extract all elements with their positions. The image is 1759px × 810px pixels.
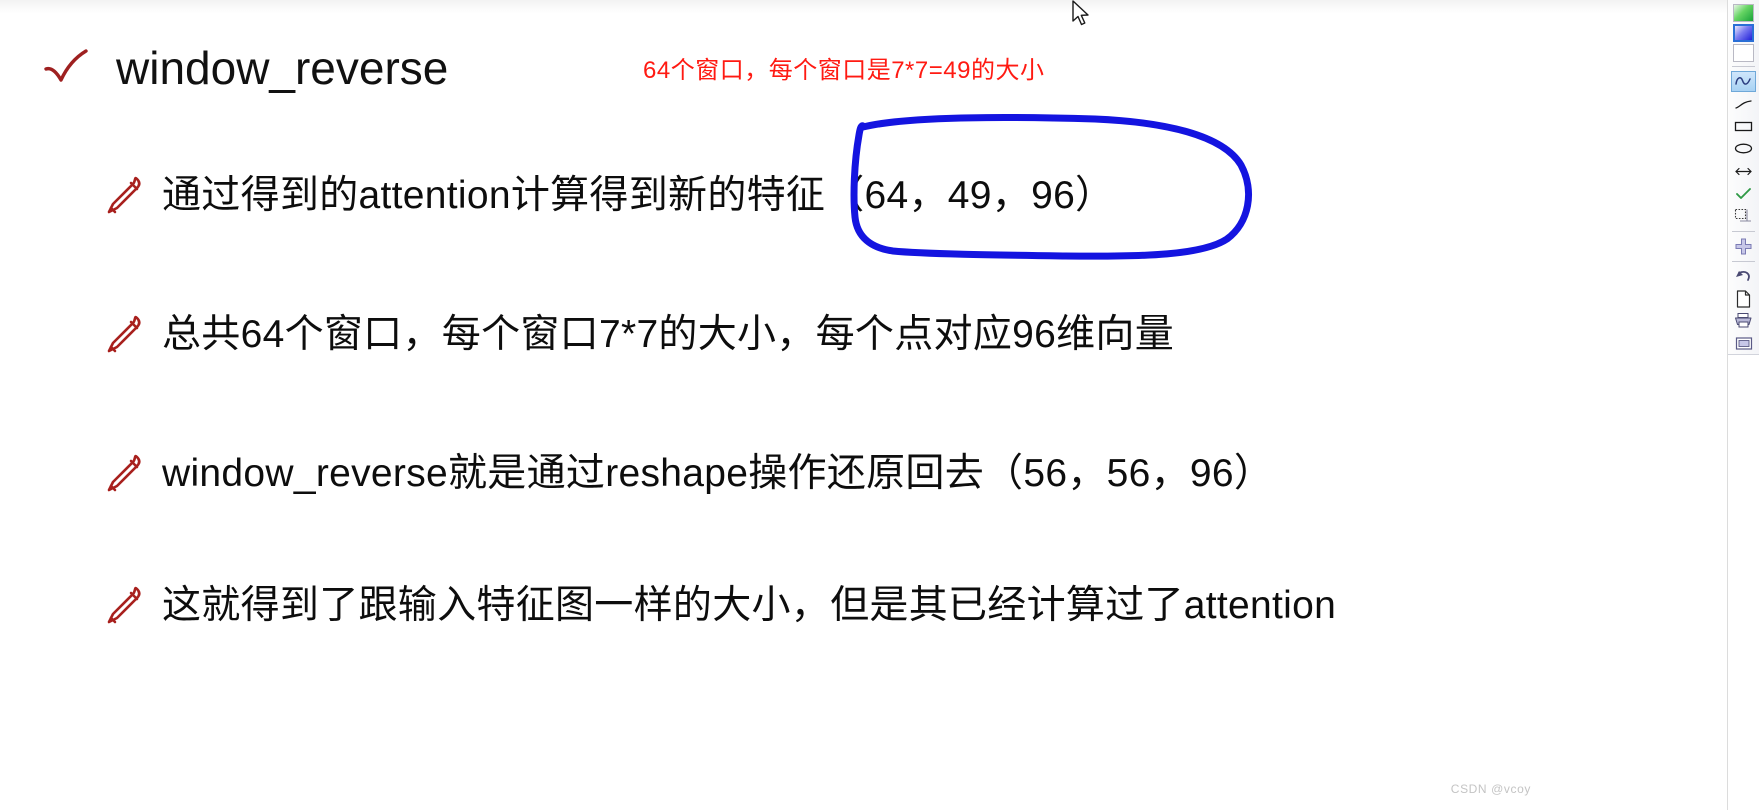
pencil-icon xyxy=(107,455,141,492)
list-item-label: 总共64个窗口，每个窗口7*7的大小，每个点对应96维向量 xyxy=(162,313,1175,356)
new-page-tool[interactable] xyxy=(1731,288,1756,309)
save-image-tool[interactable] xyxy=(1731,333,1756,354)
freehand-pen-tool[interactable] xyxy=(1731,71,1756,93)
ellipse-tool[interactable] xyxy=(1731,138,1756,159)
list-item: 这就得到了跟输入特征图一样的大小，但是其已经计算过了attention xyxy=(104,584,1336,629)
top-shading-strip xyxy=(0,0,1727,14)
checkmark-tool[interactable] xyxy=(1731,183,1756,204)
toolbar-separator xyxy=(1732,230,1755,232)
color-swatch-green[interactable] xyxy=(1733,4,1754,22)
list-item-label: 通过得到的attention计算得到新的特征（64，49，96） xyxy=(162,174,1115,217)
rectangle-tool[interactable] xyxy=(1731,116,1756,137)
mouse-cursor xyxy=(1072,0,1089,26)
undo-tool[interactable] xyxy=(1731,266,1756,287)
toolbar-separator xyxy=(1732,66,1755,68)
red-annotation-note: 64个窗口，每个窗口是7*7=49的大小 xyxy=(643,57,1045,84)
check-icon xyxy=(44,49,88,82)
print-tool[interactable] xyxy=(1731,310,1756,331)
drawing-toolbar[interactable] xyxy=(1727,0,1759,810)
slide-canvas[interactable]: window_reverse 64个窗口，每个窗口是7*7=49的大小 通过得到… xyxy=(0,0,1727,810)
list-item: 通过得到的attention计算得到新的特征（64，49，96） xyxy=(104,174,1114,219)
color-swatch-blue[interactable] xyxy=(1733,23,1754,43)
arrow-tool[interactable] xyxy=(1731,160,1756,181)
crop-select-tool[interactable] xyxy=(1731,205,1756,226)
page-title: window_reverse xyxy=(116,42,449,94)
drawing-toolbar-panel[interactable] xyxy=(1728,0,1759,355)
list-item: window_reverse就是通过reshape操作还原回去（56，56，96… xyxy=(104,452,1273,497)
line-tool[interactable] xyxy=(1731,93,1756,114)
color-swatch-white[interactable] xyxy=(1733,44,1754,63)
pencil-icon xyxy=(107,177,141,214)
watermark-text: CSDN @vcoy xyxy=(1450,782,1531,796)
pencil-icon xyxy=(107,316,141,353)
toolbar-separator xyxy=(1732,260,1755,262)
slide-title-row: window_reverse xyxy=(40,42,448,94)
list-item-label: 这就得到了跟输入特征图一样的大小，但是其已经计算过了attention xyxy=(162,584,1337,627)
pencil-icon xyxy=(107,587,141,624)
pointer-cross-tool[interactable] xyxy=(1731,235,1756,256)
list-item-label: window_reverse就是通过reshape操作还原回去（56，56，96… xyxy=(162,452,1274,495)
list-item: 总共64个窗口，每个窗口7*7的大小，每个点对应96维向量 xyxy=(104,313,1174,358)
